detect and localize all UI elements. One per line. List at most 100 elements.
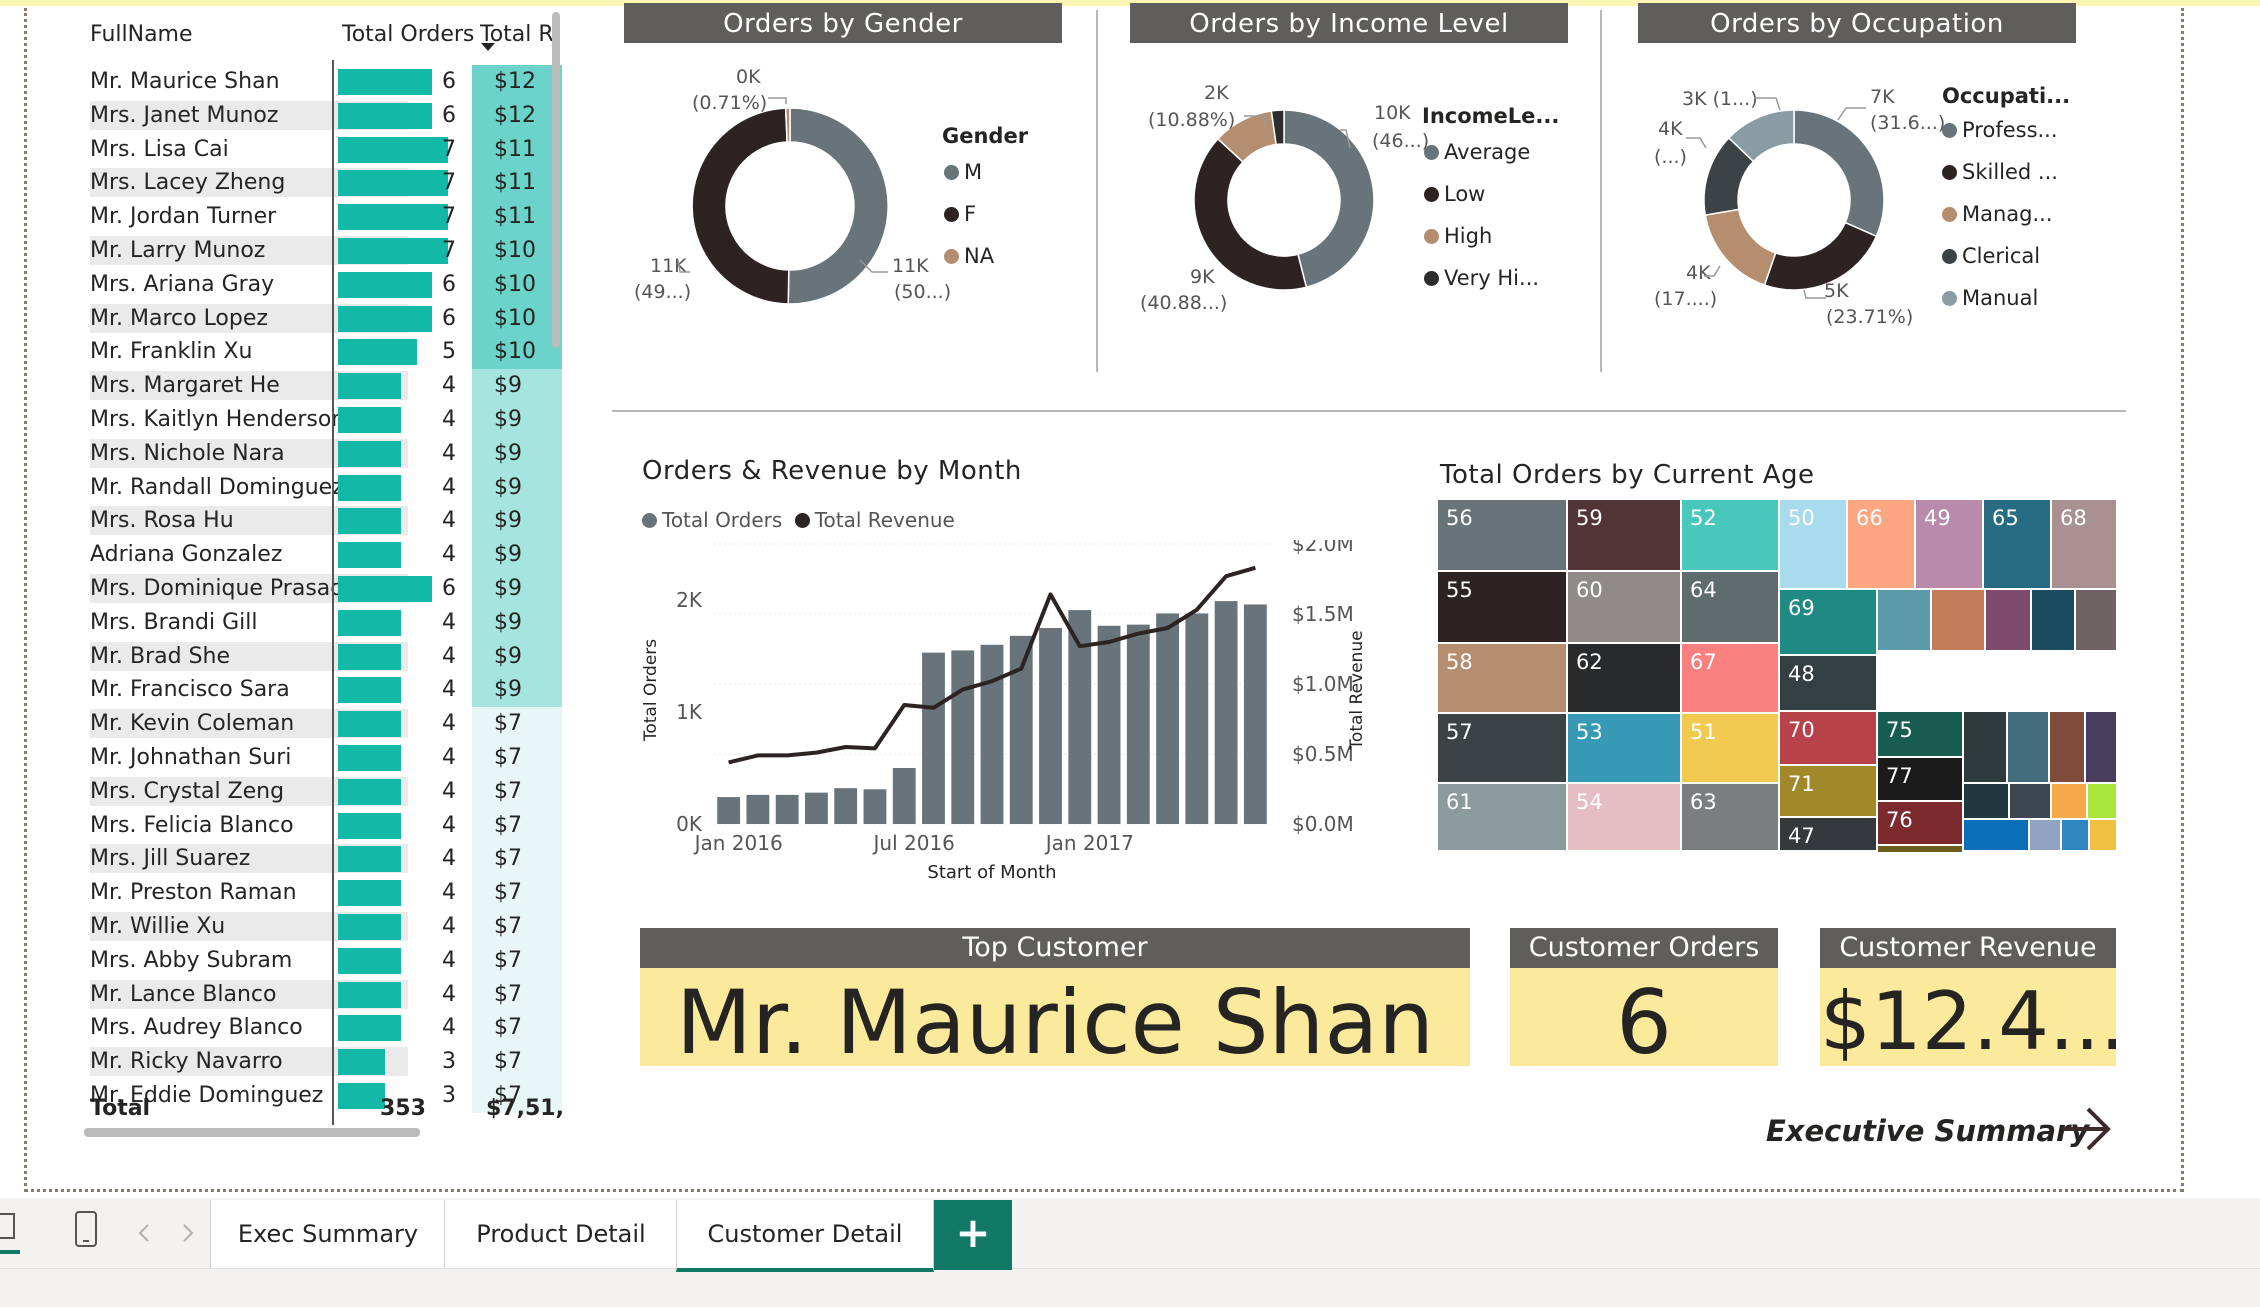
tab-customer-detail[interactable]: Customer Detail (676, 1200, 934, 1272)
treemap-tile-small[interactable] (2052, 784, 2086, 818)
table-row[interactable]: Mr. Willie Xu 4 $7 (82, 910, 562, 944)
treemap-tile-age-57[interactable]: 57 (1438, 714, 1566, 782)
leg-income-item[interactable]: Average (1424, 140, 1530, 164)
table-row[interactable]: Mrs. Abby Subram 4 $7 (82, 943, 562, 978)
add-page-button[interactable]: + (934, 1200, 1012, 1270)
table-row[interactable]: Mr. Marco Lopez 6 $10 (82, 301, 562, 336)
vertical-scrollbar[interactable] (552, 12, 560, 348)
treemap-tile-age-60[interactable]: 60 (1568, 572, 1680, 642)
treemap-tile-age-77[interactable]: 77 (1878, 758, 1962, 800)
table-row[interactable]: Mr. Francisco Sara 4 $9 (82, 673, 562, 708)
treemap-tile-age-75[interactable]: 75 (1878, 712, 1962, 756)
table-row[interactable]: Mr. Preston Raman 4 $7 (82, 876, 562, 910)
table-row[interactable]: Mrs. Lisa Cai 7 $11 (82, 132, 562, 167)
table-row[interactable]: Mr. Larry Munoz 7 $10 (82, 234, 562, 268)
leg-income-item[interactable]: Low (1424, 182, 1485, 206)
treemap-tile-age-59[interactable]: 59 (1568, 500, 1680, 570)
treemap-tile-age-52[interactable]: 52 (1682, 500, 1778, 570)
table-row[interactable]: Mr. Johnathan Suri 4 $7 (82, 741, 562, 775)
treemap-tile-age-56[interactable]: 56 (1438, 500, 1566, 570)
treemap-tile-small[interactable] (2086, 712, 2116, 782)
table-row[interactable]: Mrs. Brandi Gill 4 $9 (82, 605, 562, 640)
treemap-tile-age-49[interactable]: 49 (1916, 500, 1982, 588)
table-row[interactable]: Mrs. Dominique Prasad 6 $9 (82, 572, 562, 606)
table-row[interactable]: Mr. Franklin Xu 5 $10 (82, 335, 562, 370)
table-row[interactable]: Mrs. Margaret He 4 $9 (82, 369, 562, 403)
age-treemap[interactable]: 56 59 52 50 66 49 65 68 55 60 64 69 58 62 67 48 57 53 51 70… (1438, 500, 2116, 852)
treemap-tile-small[interactable] (2008, 712, 2048, 782)
leg-income-item[interactable]: Very Hi... (1424, 266, 1539, 290)
treemap-tile-small[interactable] (2088, 784, 2116, 818)
leg-occupation-item[interactable]: Skilled ... (1942, 160, 2058, 184)
treemap-tile-small[interactable] (1932, 590, 1984, 650)
table-row[interactable]: Mrs. Felicia Blanco 4 $7 (82, 808, 562, 843)
treemap-tile-age-68[interactable]: 68 (2052, 500, 2116, 588)
table-row[interactable]: Mrs. Rosa Hu 4 $9 (82, 504, 562, 539)
leg-occupation-item[interactable]: Profess... (1942, 118, 2058, 142)
table-row[interactable]: Mrs. Crystal Zeng 4 $7 (82, 774, 562, 809)
leg-income-item[interactable]: High (1424, 224, 1492, 248)
table-row[interactable]: Mr. Kevin Coleman 4 $7 (82, 707, 562, 741)
treemap-tile-age-50[interactable]: 50 (1780, 500, 1846, 588)
table-row[interactable]: Mrs. Nichole Nara 4 $9 (82, 436, 562, 471)
leg-occupation-item[interactable]: Clerical (1942, 244, 2040, 268)
table-row[interactable]: Mrs. Lacey Zheng 7 $11 (82, 166, 562, 201)
leg-gender-item[interactable]: M (944, 160, 982, 184)
arrow-right-icon[interactable] (2060, 1104, 2114, 1154)
table-row[interactable]: Mr. Maurice Shan 6 $12 (82, 65, 562, 99)
treemap-tile-age-55[interactable]: 55 (1438, 572, 1566, 642)
treemap-tile-small[interactable] (2010, 784, 2050, 818)
column-header-total-orders[interactable]: Total Orders (342, 22, 474, 47)
treemap-tile-small[interactable] (2050, 712, 2084, 782)
treemap-tile-age-64[interactable]: 64 (1682, 572, 1778, 642)
executive-summary-link[interactable]: Executive Summary (1766, 1114, 2089, 1148)
treemap-tile-age-47[interactable]: 47 (1780, 818, 1876, 850)
treemap-tile-small[interactable] (2076, 590, 2116, 650)
treemap-tile-age-62[interactable]: 62 (1568, 644, 1680, 712)
treemap-tile-age-69[interactable]: 69 (1780, 590, 1876, 654)
table-row[interactable]: Mr. Lance Blanco 4 $7 (82, 977, 562, 1012)
tab-product-detail[interactable]: Product Detail (444, 1200, 678, 1268)
tab-exec-summary[interactable]: Exec Summary (210, 1200, 446, 1268)
table-row[interactable]: Mrs. Audrey Blanco 4 $7 (82, 1011, 562, 1046)
leg-gender-item[interactable]: F (944, 202, 976, 226)
treemap-tile-small[interactable] (2032, 590, 2074, 650)
treemap-tile-small[interactable] (1964, 784, 2008, 818)
mobile-layout-icon[interactable] (72, 1210, 100, 1250)
treemap-tile-age-76[interactable]: 76 (1878, 802, 1962, 844)
treemap-tile-age-51[interactable]: 51 (1682, 714, 1778, 782)
table-row[interactable]: Mr. Brad She 4 $9 (82, 639, 562, 674)
leg-occupation-item[interactable]: Manag... (1942, 202, 2053, 226)
treemap-tile-age-63[interactable]: 63 (1682, 784, 1778, 850)
table-row[interactable]: Mr. Jordan Turner 7 $11 (82, 200, 562, 234)
tab-scroll-right-icon[interactable] (180, 1222, 196, 1244)
treemap-tile-small[interactable] (2062, 820, 2088, 850)
treemap-tile-small[interactable] (2090, 820, 2116, 850)
treemap-tile-age-78[interactable]: 78 (1878, 846, 1962, 852)
treemap-tile-age-54[interactable]: 54 (1568, 784, 1680, 850)
horizontal-scrollbar[interactable] (84, 1128, 420, 1137)
treemap-tile-age-53[interactable]: 53 (1568, 714, 1680, 782)
treemap-tile-age-58[interactable]: 58 (1438, 644, 1566, 712)
table-row[interactable]: Mrs. Kaitlyn Henderson 4 $9 (82, 403, 562, 437)
treemap-tile-age-66[interactable]: 66 (1848, 500, 1914, 588)
leg-gender-item[interactable]: NA (944, 244, 994, 268)
table-row[interactable]: Mr. Randall Dominguez 4 $9 (82, 470, 562, 505)
table-row[interactable]: Mr. Ricky Navarro 3 $7 (82, 1045, 562, 1079)
customer-table[interactable]: FullName Total Orders Total R Mr. Mauric… (82, 10, 562, 1140)
treemap-tile-age-65[interactable]: 65 (1984, 500, 2050, 588)
column-header-fullname[interactable]: FullName (90, 22, 193, 47)
table-row[interactable]: Mrs. Jill Suarez 4 $7 (82, 842, 562, 877)
desktop-layout-icon[interactable] (0, 1212, 20, 1256)
monthly-combo-chart[interactable]: 0K1K2K$0.0M$0.5M$1.0M$1.5M$2.0MJan 2016 J… (636, 540, 1376, 900)
treemap-tile-age-48[interactable]: 48 (1780, 656, 1876, 710)
treemap-tile-small[interactable] (1878, 590, 1930, 650)
treemap-tile-small[interactable] (1986, 590, 2030, 650)
treemap-tile-small[interactable] (2030, 820, 2060, 850)
table-row[interactable]: Mrs. Janet Munoz 6 $12 (82, 98, 562, 133)
tab-scroll-left-icon[interactable] (136, 1222, 152, 1244)
treemap-tile-small[interactable] (1964, 820, 2028, 850)
treemap-tile-age-61[interactable]: 61 (1438, 784, 1566, 850)
table-row[interactable]: Mrs. Ariana Gray 6 $10 (82, 267, 562, 302)
treemap-tile-small[interactable] (1964, 712, 2006, 782)
